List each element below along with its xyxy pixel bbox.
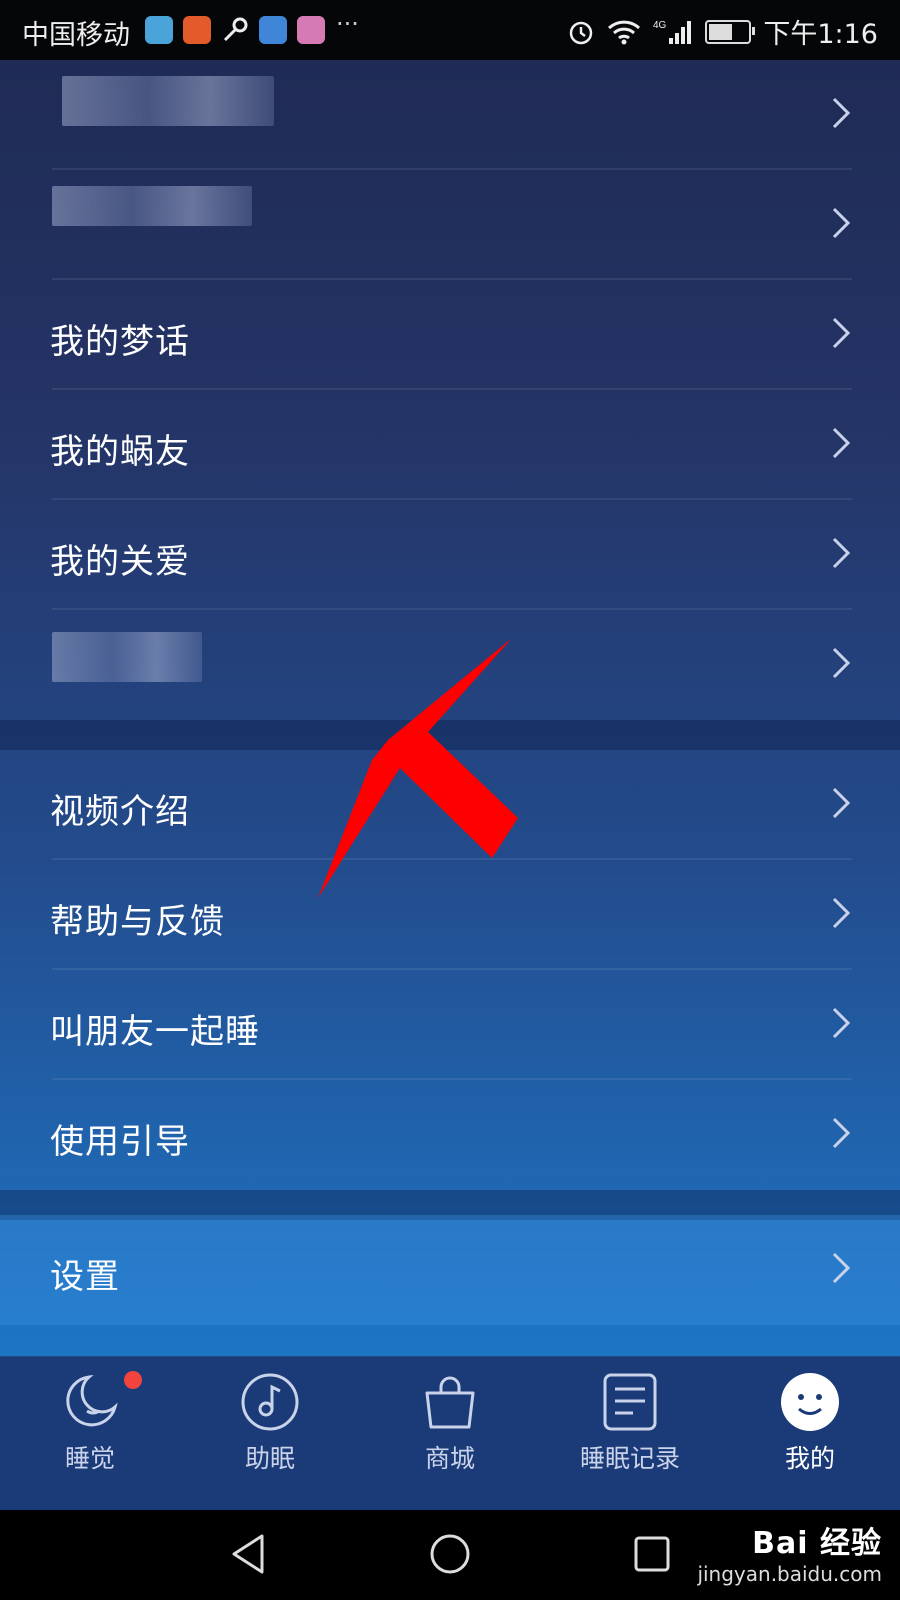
tab-label: 我的 xyxy=(784,1444,835,1473)
tab-me[interactable]: 我的 xyxy=(720,1357,900,1511)
tab-sleep-records[interactable]: 睡眠记录 xyxy=(540,1357,720,1511)
home-icon[interactable] xyxy=(428,1532,472,1576)
menu-item-usage-guide[interactable]: 使用引导 xyxy=(0,1080,900,1190)
chevron-right-icon xyxy=(832,787,851,819)
chevron-right-icon xyxy=(832,1252,851,1284)
clock: 下午1:16 xyxy=(763,19,878,50)
tab-store[interactable]: 商城 xyxy=(360,1357,540,1511)
watermark-url: jingyan.baidu.com xyxy=(697,1562,882,1586)
menu-item-redacted-2[interactable] xyxy=(0,170,900,280)
alarm-icon xyxy=(570,21,593,44)
notification-icons xyxy=(145,16,325,44)
watermark-brand: Bai 经验 xyxy=(752,1526,882,1561)
menu-item-care[interactable]: 我的关爱 xyxy=(0,500,900,610)
document-icon xyxy=(603,1373,657,1431)
menu-item-label: 我的梦话 xyxy=(50,322,190,362)
chevron-right-icon xyxy=(832,1007,851,1039)
chevron-right-icon xyxy=(832,647,851,679)
menu-item-redacted-1[interactable] xyxy=(0,60,900,170)
moon-icon xyxy=(66,1374,118,1427)
chevron-right-icon xyxy=(832,1117,851,1149)
menu-item-sleep-talk[interactable]: 我的梦话 xyxy=(0,280,900,390)
chevron-right-icon xyxy=(832,897,851,929)
annotation-arrow-icon xyxy=(318,640,518,898)
tab-label: 商城 xyxy=(424,1444,475,1473)
smiley-icon xyxy=(781,1373,839,1431)
redacted-label xyxy=(52,186,252,226)
chat-app-icon xyxy=(145,16,173,44)
tab-sleep[interactable]: 睡觉 xyxy=(0,1357,180,1511)
menu-item-settings[interactable]: 设置 xyxy=(0,1215,900,1325)
status-bar: 中国移动 ··· 4G 下午1:16 xyxy=(0,0,900,60)
chevron-right-icon xyxy=(832,537,851,569)
system-nav-bar: Bai 经验 jingyan.baidu.com xyxy=(0,1510,900,1600)
back-icon[interactable] xyxy=(226,1532,270,1576)
signal-4g-icon: 4G xyxy=(653,20,692,44)
menu-item-label: 叫朋友一起睡 xyxy=(50,1012,260,1052)
menu-item-label: 我的关爱 xyxy=(50,542,190,582)
menu-item-label: 视频介绍 xyxy=(50,792,190,832)
video-app-icon xyxy=(183,16,211,44)
chevron-right-icon xyxy=(832,97,851,129)
key-icon xyxy=(223,17,248,42)
chevron-right-icon xyxy=(832,427,851,459)
tab-label: 睡觉 xyxy=(64,1444,115,1473)
tab-label: 睡眠记录 xyxy=(579,1444,680,1473)
chevron-right-icon xyxy=(832,207,851,239)
tab-sleep-aid[interactable]: 助眠 xyxy=(180,1357,360,1511)
photo-app-icon xyxy=(297,16,325,44)
redacted-label xyxy=(62,76,274,126)
menu-item-label: 我的蜗友 xyxy=(50,432,190,472)
menu-item-label: 使用引导 xyxy=(50,1122,190,1162)
baidu-jingyan-watermark: Bai 经验 jingyan.baidu.com xyxy=(697,1518,882,1586)
more-notifications-icon: ··· xyxy=(336,10,359,38)
tab-label: 助眠 xyxy=(244,1444,295,1473)
menu-item-invite-friends[interactable]: 叫朋友一起睡 xyxy=(0,970,900,1080)
notification-badge xyxy=(124,1371,142,1389)
profile-menu-screen: 我的梦话 我的蜗友 我的关爱 视频介绍 帮助与反馈 叫朋友一起睡 使用引导 设置 xyxy=(0,60,900,1510)
shopping-bag-icon xyxy=(425,1376,475,1429)
battery-icon xyxy=(705,19,756,44)
wifi-icon xyxy=(608,20,641,44)
svg-text:4G: 4G xyxy=(653,20,667,31)
menu-item-friends[interactable]: 我的蜗友 xyxy=(0,390,900,500)
menu-item-label: 设置 xyxy=(50,1257,120,1297)
bottom-tab-bar: 睡觉 助眠 商城 睡眠记录 我的 xyxy=(0,1356,900,1511)
redacted-label xyxy=(52,632,202,682)
recents-icon[interactable] xyxy=(630,1532,674,1576)
carrier-name: 中国移动 xyxy=(22,20,130,51)
wallet-app-icon xyxy=(259,16,287,44)
music-note-icon xyxy=(241,1373,299,1431)
chevron-right-icon xyxy=(832,317,851,349)
menu-item-label: 帮助与反馈 xyxy=(50,902,225,942)
